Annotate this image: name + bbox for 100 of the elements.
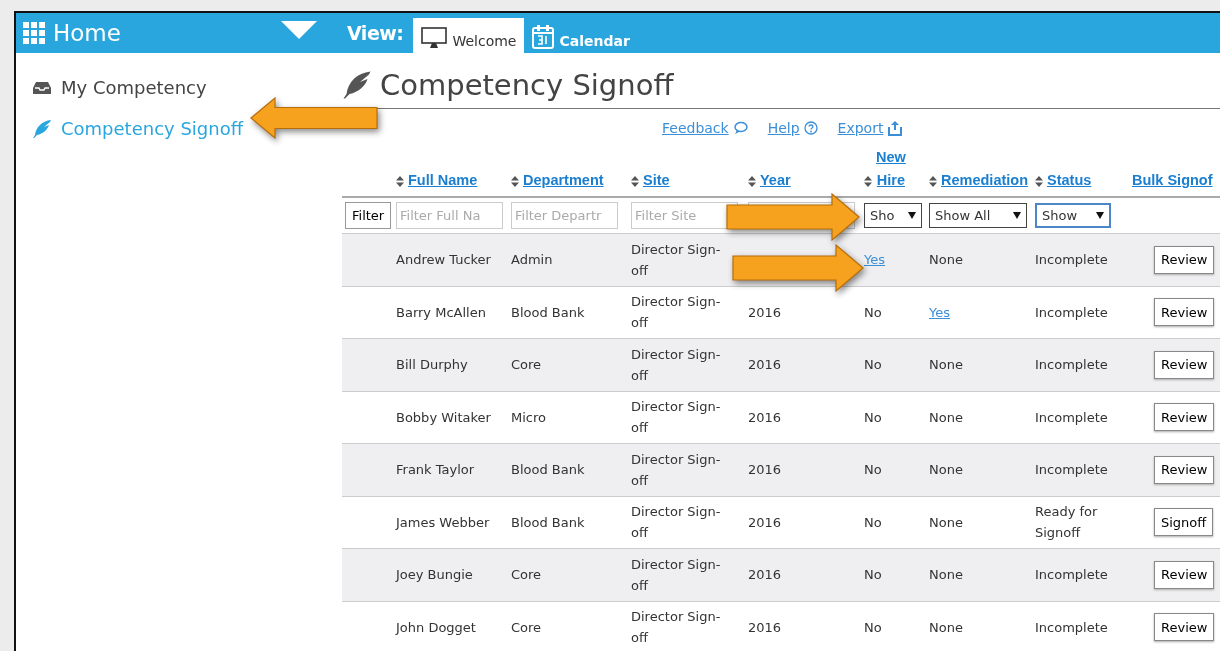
table-cell: 2016 <box>748 357 782 373</box>
table-cell: Joey Bungie <box>396 567 473 583</box>
table-cell-text: Incomplete <box>1035 356 1109 375</box>
column-header[interactable]: Site <box>643 169 670 192</box>
page-title: Competency Signoff <box>380 68 674 102</box>
table-cell: Blood Bank <box>511 304 585 320</box>
table-link[interactable]: Yes <box>864 252 885 268</box>
table-cell: John Dogget <box>396 619 476 635</box>
view-tab[interactable]: Welcome <box>413 18 525 53</box>
table-cell-text: Director Sign-off <box>631 608 722 648</box>
grid-icon <box>23 22 45 44</box>
table-cell-text: Ready for Signoff <box>1035 503 1099 543</box>
table-cell: 2016 <box>748 619 782 635</box>
share-icon <box>887 120 904 136</box>
table-cell: No <box>864 304 882 320</box>
sort-icon[interactable] <box>748 176 756 187</box>
action-button[interactable]: Review <box>1154 613 1215 642</box>
sort-icon[interactable] <box>1035 176 1043 187</box>
table-cell: Core <box>511 567 542 583</box>
table-cell: James Webber <box>396 514 490 530</box>
table-cell-text: Incomplete <box>1035 618 1109 637</box>
table-cell: None <box>929 567 963 583</box>
link[interactable]: Help <box>767 120 818 136</box>
filter-button[interactable]: Filter <box>345 202 392 229</box>
table-cell: No <box>864 619 882 635</box>
column-header[interactable]: Year <box>760 169 791 192</box>
table-cell-text: Incomplete <box>1035 408 1109 427</box>
table-cell: Bill Durphy <box>396 357 468 373</box>
link[interactable]: Feedback <box>662 120 748 136</box>
table-cell: Bobby Witaker <box>396 409 491 425</box>
speech-bubble-icon <box>732 121 748 135</box>
table-cell: 2016 <box>748 304 782 320</box>
action-button[interactable]: Review <box>1154 298 1215 327</box>
action-button[interactable]: Review <box>1154 403 1215 432</box>
column-header[interactable]: Department <box>523 169 604 192</box>
filter-field[interactable]: Filter Full Na <box>396 202 503 229</box>
monitor-icon <box>421 27 448 49</box>
sidebar-item[interactable]: My Competency <box>16 67 207 108</box>
feather-icon <box>342 70 372 100</box>
table-cell: 2016 <box>748 462 782 478</box>
caret-icon <box>1096 212 1104 219</box>
filter-field[interactable]: Filter Departr <box>511 202 618 229</box>
filter-dropdown[interactable]: Show <box>1035 203 1111 228</box>
table-cell: Blood Bank <box>511 462 585 478</box>
caret-icon <box>1013 212 1021 219</box>
table-cell-text: Incomplete <box>1035 303 1109 322</box>
table-cell: 2016 <box>748 514 782 530</box>
table-cell: Frank Taylor <box>396 462 475 478</box>
sort-icon[interactable] <box>511 176 519 187</box>
filter-dropdown[interactable]: Sho <box>864 203 922 228</box>
filter-dropdown[interactable]: Show All <box>929 203 1027 228</box>
sort-icon[interactable] <box>864 176 872 187</box>
table-cell-text: Director Sign-off <box>631 450 722 490</box>
table-cell: Blood Bank <box>511 514 585 530</box>
table-cell: None <box>929 357 963 373</box>
table-cell: No <box>864 409 882 425</box>
sort-icon[interactable] <box>396 176 404 187</box>
feather-icon <box>32 118 52 139</box>
action-button[interactable]: Review <box>1154 560 1215 589</box>
column-header[interactable]: Status <box>1047 169 1092 192</box>
help-icon <box>803 121 818 135</box>
link[interactable]: Export <box>837 120 904 136</box>
calendar-icon <box>532 25 555 49</box>
caret-icon <box>908 212 916 219</box>
table-cell: None <box>929 619 963 635</box>
table-cell-text: Incomplete <box>1035 461 1109 480</box>
table-cell-text: Director Sign-off <box>631 555 722 595</box>
table-cell-text: Director Sign-off <box>631 293 722 333</box>
table-cell: None <box>929 252 963 268</box>
view-tab[interactable]: Calendar <box>524 18 638 53</box>
column-header[interactable]: Remediation <box>941 169 1028 192</box>
table-cell-text: Incomplete <box>1035 251 1109 270</box>
table-cell-text: Director Sign-off <box>631 398 722 438</box>
action-button[interactable]: Signoff <box>1154 508 1214 537</box>
table-cell: None <box>929 514 963 530</box>
sidebar-item[interactable]: Competency Signoff <box>16 108 244 149</box>
action-button[interactable]: Review <box>1154 350 1215 379</box>
table-cell-text: Incomplete <box>1035 566 1109 585</box>
column-header[interactable]: Full Name <box>408 169 478 192</box>
view-label: View: <box>347 22 404 44</box>
table-cell-text: Director Sign-off <box>631 345 722 385</box>
column-header[interactable]: Bulk Signof <box>1132 169 1213 192</box>
table-cell: No <box>864 514 882 530</box>
table-cell: None <box>929 462 963 478</box>
table-cell: No <box>864 462 882 478</box>
action-button[interactable]: Review <box>1154 245 1215 274</box>
table-cell: Andrew Tucker <box>396 252 491 268</box>
table-cell: Barry McAllen <box>396 304 486 320</box>
tray-icon <box>32 80 52 95</box>
dropdown-icon[interactable] <box>281 21 317 39</box>
action-button[interactable]: Review <box>1154 455 1215 484</box>
app-title: Home <box>53 20 121 46</box>
table-cell: No <box>864 567 882 583</box>
table-cell: None <box>929 409 963 425</box>
table-cell: Micro <box>511 409 546 425</box>
sort-icon[interactable] <box>631 176 639 187</box>
table-cell: Core <box>511 619 542 635</box>
column-header[interactable]: New Hire <box>876 146 906 192</box>
sort-icon[interactable] <box>929 176 937 187</box>
table-link[interactable]: Yes <box>929 304 950 320</box>
